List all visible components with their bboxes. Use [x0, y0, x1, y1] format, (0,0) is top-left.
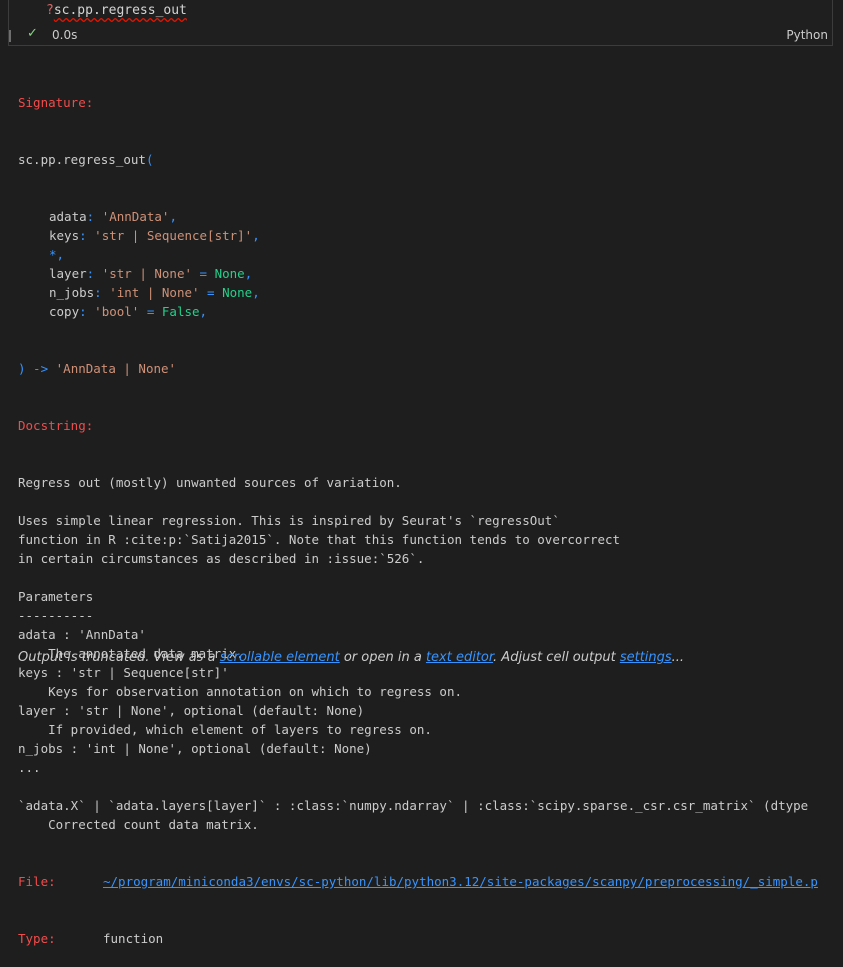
signature-label: Signature:	[18, 95, 94, 110]
docstring-line	[18, 492, 838, 511]
docstring-line: Regress out (mostly) unwanted sources of…	[18, 475, 402, 490]
check-icon: ✓	[27, 26, 38, 41]
docstring-line: Uses simple linear regression. This is i…	[18, 513, 560, 528]
type-row: Type: function	[18, 929, 838, 948]
docstring-line: Parameters	[18, 589, 94, 604]
docstring-line: layer : 'str | None', optional (default:…	[18, 703, 365, 718]
execution-duration: 0.0s	[52, 28, 78, 42]
execution-status-row: ✓ 0.0s Python	[25, 26, 828, 43]
docstring-line: ...	[18, 760, 41, 775]
docstring-line: `adata.X` | `adata.layers[layer]` : :cla…	[18, 798, 809, 813]
truncation-notice: Output is truncated. View as a scrollabl…	[18, 650, 684, 665]
signature-param: keys: 'str | Sequence[str]',	[49, 228, 260, 243]
docstring-line: n_jobs : 'int | None', optional (default…	[18, 741, 372, 756]
docstring-line	[18, 568, 838, 587]
file-path-link[interactable]: ~/program/miniconda3/envs/sc-python/lib/…	[103, 874, 818, 889]
signature-param: copy: 'bool' = False,	[49, 304, 208, 319]
file-label: File:	[18, 874, 56, 889]
file-row: File: ~/program/miniconda3/envs/sc-python…	[18, 872, 838, 891]
docstring-label: Docstring:	[18, 418, 94, 433]
type-value: function	[103, 931, 164, 946]
docstring-line: function in R :cite:p:`Satija2015`. Note…	[18, 532, 621, 547]
settings-link[interactable]: settings	[620, 650, 672, 665]
scrollable-element-link[interactable]: scrollable element	[220, 650, 340, 665]
footer-text-4: ...	[671, 650, 685, 665]
docstring-line: Corrected count data matrix.	[18, 817, 259, 832]
type-label: Type:	[18, 931, 56, 946]
docstring-line	[18, 777, 838, 796]
signature-param: adata: 'AnnData',	[49, 209, 177, 224]
language-indicator[interactable]: Python	[786, 28, 828, 42]
footer-text-2: or open in a	[339, 650, 426, 665]
docstring-line: Keys for observation annotation on which…	[18, 684, 463, 699]
cell-gutter-marker	[9, 30, 11, 42]
footer-text-1: Output is truncated. View as a	[18, 650, 220, 665]
notebook-cell[interactable]: ?sc.pp.regress_out ✓ 0.0s Python	[8, 0, 833, 46]
docstring-line: ----------	[18, 608, 94, 623]
footer-text-3: . Adjust cell output	[493, 650, 620, 665]
docstring-line: in certain circumstances as described in…	[18, 551, 425, 566]
signature-head: sc.pp.regress_out(	[18, 150, 838, 169]
signature-param: n_jobs: 'int | None' = None,	[49, 285, 260, 300]
signature-close: ) -> 'AnnData | None'	[18, 361, 177, 376]
text-editor-link[interactable]: text editor	[426, 650, 493, 665]
cell-output: Signature: sc.pp.regress_out( adata: 'An…	[18, 55, 838, 967]
docstring-line: If provided, which element of layers to …	[18, 722, 432, 737]
signature-open-paren: (	[145, 152, 154, 167]
help-operator: ?	[46, 3, 54, 18]
code-expression: sc.pp.regress_out	[53, 3, 187, 18]
signature-params: adata: 'AnnData', keys: 'str | Sequence[s…	[18, 207, 838, 321]
function-name: sc.pp.regress_out	[18, 152, 146, 167]
docstring-line: adata : 'AnnData'	[18, 627, 146, 642]
signature-param: layer: 'str | None' = None,	[49, 266, 253, 281]
code-line[interactable]: ?sc.pp.regress_out	[46, 3, 187, 19]
signature-param: *,	[49, 247, 65, 262]
docstring-line: keys : 'str | Sequence[str]'	[18, 665, 229, 680]
